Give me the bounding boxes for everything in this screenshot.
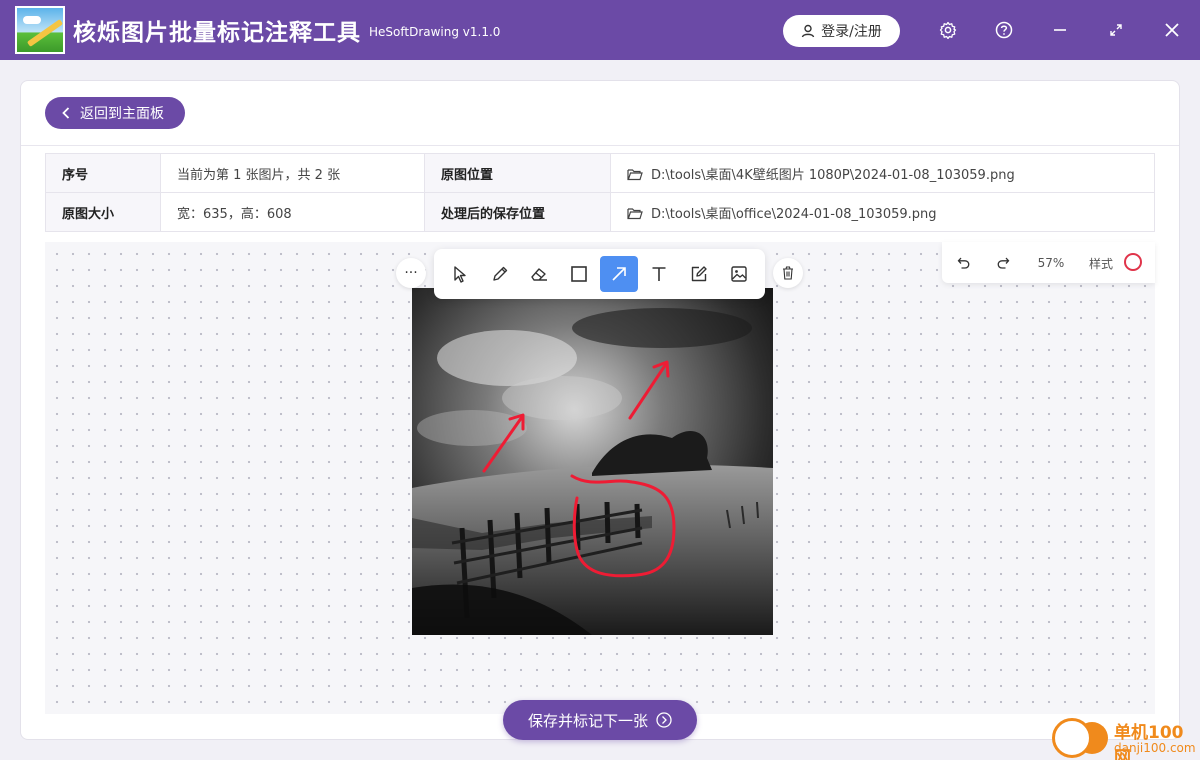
text-tool-button[interactable] bbox=[640, 256, 678, 292]
back-to-dashboard-button[interactable]: 返回到主面板 bbox=[45, 97, 185, 129]
source-path-value: D:\tools\桌面\4K壁纸图片 1080P\2024-01-08_1030… bbox=[651, 167, 1015, 183]
chevron-left-icon bbox=[62, 107, 70, 119]
redo-button[interactable] bbox=[993, 252, 1013, 274]
title-bar: 核烁图片批量标记注释工具 HeSoftDrawing v1.1.0 登录/注册 bbox=[0, 0, 1200, 60]
table-row: 原图大小 宽：635，高：608 处理后的保存位置 D:\tools\桌面\of… bbox=[45, 192, 1155, 232]
edit-tool-button[interactable] bbox=[680, 256, 718, 292]
delete-button[interactable] bbox=[773, 258, 803, 288]
arrow-icon bbox=[612, 267, 626, 281]
app-version: HeSoftDrawing v1.1.0 bbox=[369, 25, 501, 39]
pencil-tool-button[interactable] bbox=[481, 256, 519, 292]
eraser-icon bbox=[531, 268, 547, 281]
style-label[interactable]: 样式 bbox=[1086, 252, 1116, 274]
annotated-image[interactable] bbox=[412, 288, 773, 635]
close-icon[interactable] bbox=[1160, 18, 1184, 42]
watermark: 单机100网 danji100.com bbox=[1052, 716, 1200, 760]
chevron-right-circle-icon bbox=[656, 712, 672, 728]
rectangle-icon bbox=[571, 266, 587, 282]
settings-icon[interactable] bbox=[936, 18, 960, 42]
select-tool-button[interactable] bbox=[441, 256, 479, 292]
trash-icon bbox=[783, 266, 793, 280]
index-label: 序号 bbox=[45, 153, 161, 193]
save-path-value: D:\tools\桌面\office\2024-01-08_103059.png bbox=[651, 206, 937, 222]
image-icon bbox=[731, 266, 747, 282]
more-icon: ··· bbox=[404, 265, 418, 281]
text-icon bbox=[652, 267, 666, 281]
divider bbox=[21, 145, 1179, 146]
help-icon[interactable] bbox=[992, 18, 1016, 42]
save-path-label: 处理后的保存位置 bbox=[424, 192, 611, 232]
table-row: 序号 当前为第 1 张图片，共 2 张 原图位置 D:\tools\桌面\4K壁… bbox=[45, 153, 1155, 193]
select-icon bbox=[454, 266, 466, 283]
drawing-toolbar bbox=[434, 249, 765, 299]
save-and-next-button[interactable]: 保存并标记下一张 bbox=[503, 700, 697, 740]
minimize-icon[interactable] bbox=[1048, 18, 1072, 42]
login-button[interactable]: 登录/注册 bbox=[783, 15, 900, 47]
stroke-color-swatch[interactable] bbox=[1124, 253, 1142, 271]
app-title: 核烁图片批量标记注释工具 bbox=[73, 20, 361, 46]
image-tool-button[interactable] bbox=[720, 256, 758, 292]
save-and-next-label: 保存并标记下一张 bbox=[527, 711, 648, 730]
rectangle-tool-button[interactable] bbox=[560, 256, 598, 292]
maximize-icon[interactable] bbox=[1104, 18, 1128, 42]
pencil-icon bbox=[493, 266, 508, 281]
login-label: 登录/注册 bbox=[821, 24, 882, 40]
folder-icon bbox=[627, 168, 643, 180]
undo-icon bbox=[957, 257, 970, 269]
undo-button[interactable] bbox=[954, 252, 974, 274]
source-path-cell: D:\tools\桌面\4K壁纸图片 1080P\2024-01-08_1030… bbox=[610, 153, 1155, 193]
more-options-button[interactable]: ··· bbox=[396, 258, 426, 288]
watermark-url: danji100.com bbox=[1114, 741, 1196, 755]
arrow-tool-button[interactable] bbox=[600, 256, 638, 292]
index-value: 当前为第 1 张图片，共 2 张 bbox=[160, 153, 425, 193]
view-toolbar: 57% 样式 bbox=[942, 242, 1155, 283]
folder-icon bbox=[627, 207, 643, 219]
save-path-cell: D:\tools\桌面\office\2024-01-08_103059.png bbox=[610, 192, 1155, 232]
size-label: 原图大小 bbox=[45, 192, 161, 232]
zoom-level[interactable]: 57% bbox=[1034, 252, 1068, 274]
redo-icon bbox=[997, 257, 1010, 269]
image-info-table: 序号 当前为第 1 张图片，共 2 张 原图位置 D:\tools\桌面\4K壁… bbox=[45, 153, 1155, 232]
app-logo-icon bbox=[15, 6, 65, 54]
eraser-tool-button[interactable] bbox=[520, 256, 558, 292]
back-label: 返回到主面板 bbox=[80, 106, 164, 122]
edit-icon bbox=[691, 266, 707, 282]
size-value: 宽：635，高：608 bbox=[160, 192, 425, 232]
user-icon bbox=[801, 24, 815, 38]
source-path-label: 原图位置 bbox=[424, 153, 611, 193]
